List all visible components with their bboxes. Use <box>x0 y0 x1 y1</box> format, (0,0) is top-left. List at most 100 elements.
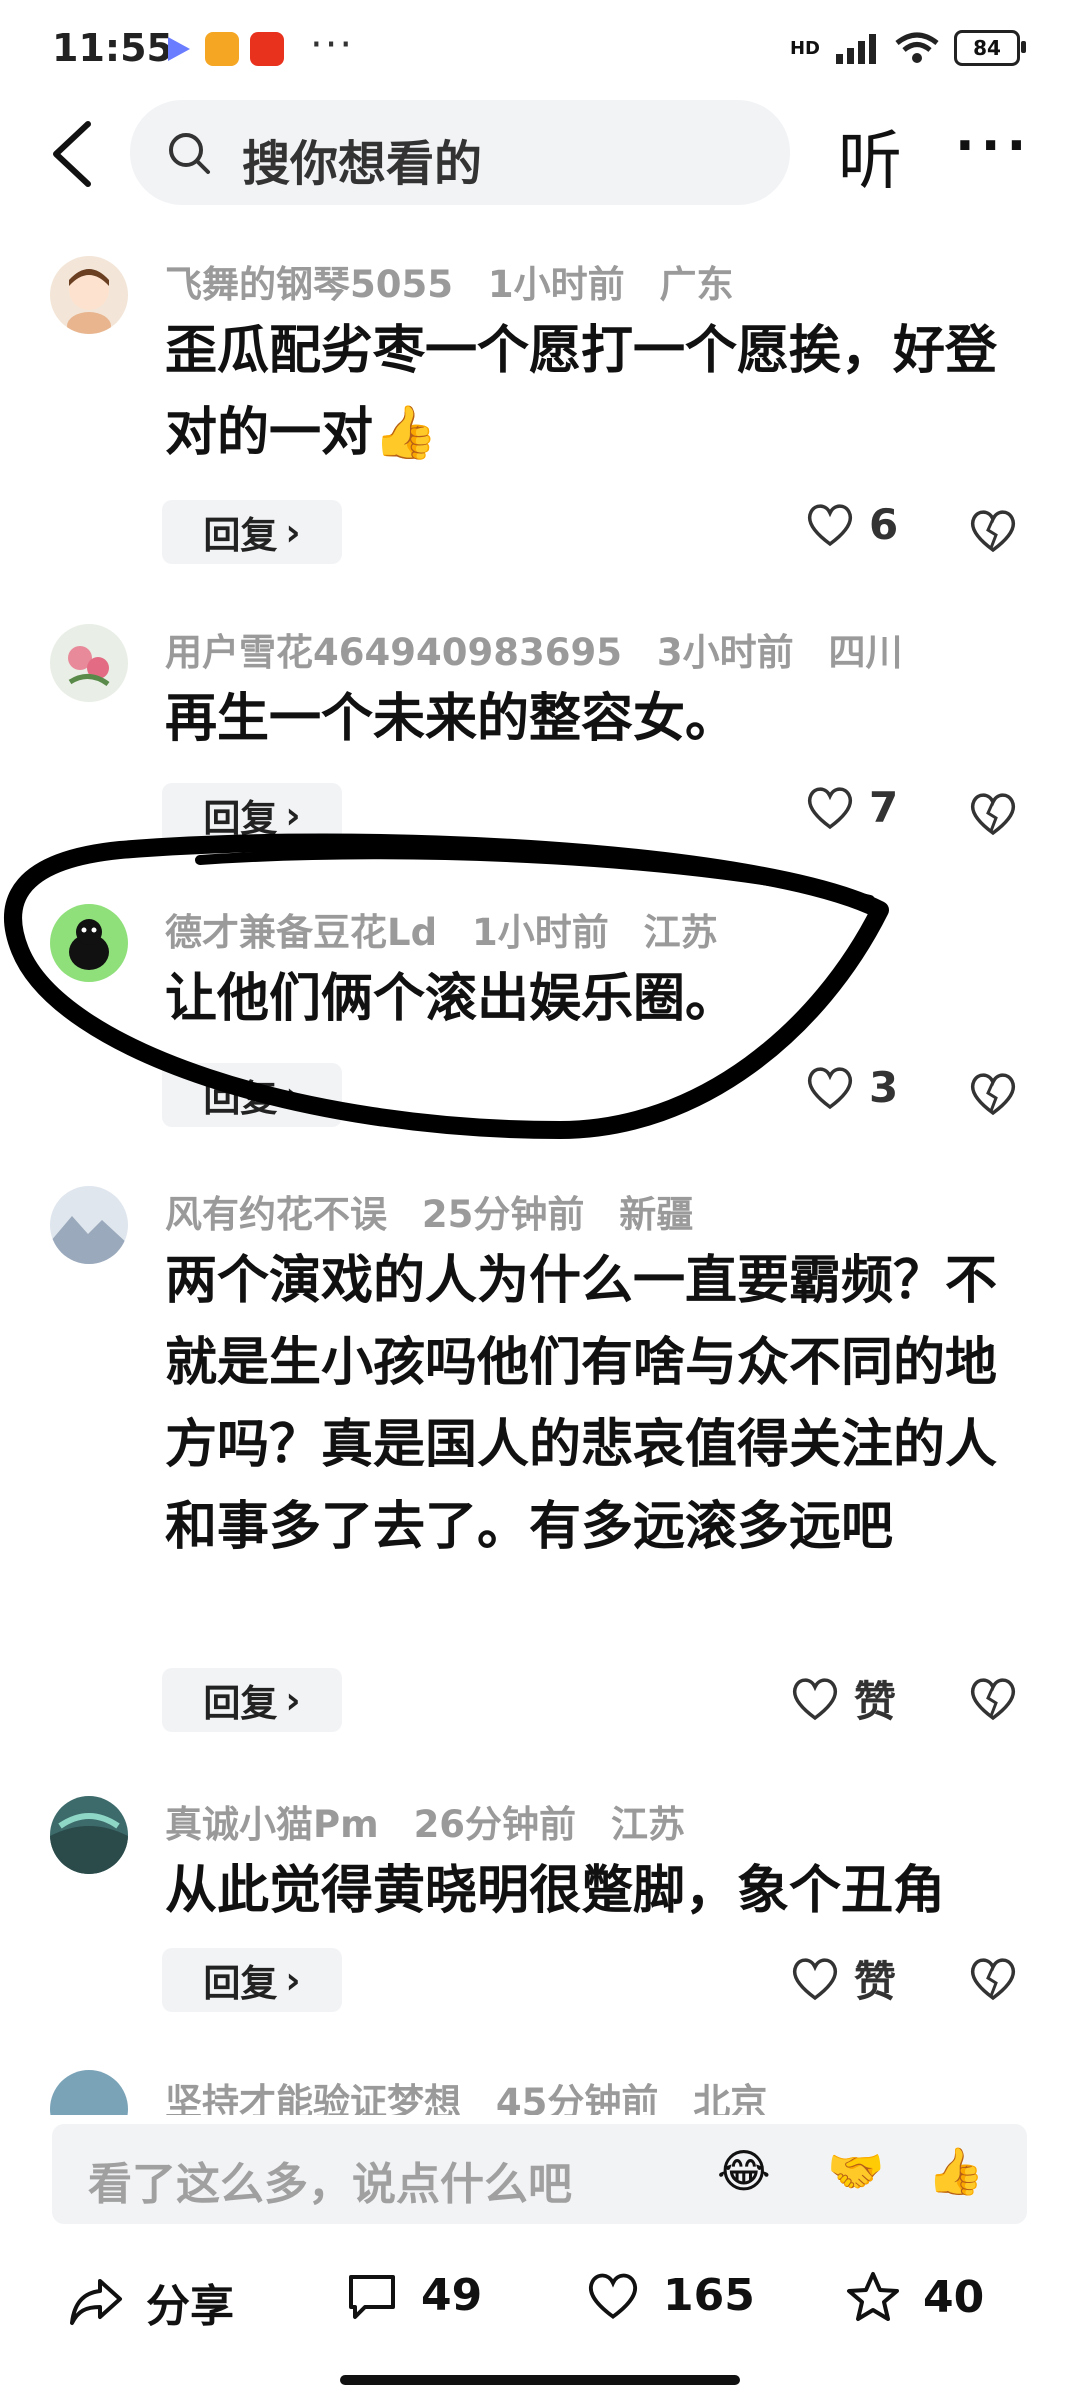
share-button[interactable]: 分享 <box>68 2270 234 2334</box>
comment-time: 45分钟前 <box>495 2081 659 2115</box>
handshake-emoji-icon[interactable]: 🤝 <box>827 2144 887 2204</box>
avatar[interactable] <box>50 624 128 702</box>
chevron-right-icon: › <box>285 1073 301 1117</box>
avatar[interactable] <box>50 904 128 982</box>
more-options-button[interactable]: ··· <box>955 116 1032 176</box>
more-notifications-icon: ··· <box>310 22 355 68</box>
avatar[interactable] <box>50 2070 128 2115</box>
reply-button[interactable]: 回复 › <box>162 500 342 564</box>
thumbs-up-emoji-icon[interactable]: 👍 <box>927 2144 987 2204</box>
avatar[interactable] <box>50 256 128 334</box>
listen-button[interactable]: 听 <box>838 110 902 202</box>
comment-time: 1小时前 <box>471 911 609 954</box>
comment-item: 用户雪花464940983695 3小时前 四川 再生一个未来的整容女。 回复 … <box>0 618 1080 858</box>
search-input[interactable]: 搜你想看的 <box>130 100 790 205</box>
like-button[interactable]: 6 <box>805 500 898 549</box>
username[interactable]: 真诚小猫Pm <box>165 1803 379 1846</box>
username[interactable]: 德才兼备豆花Ld <box>165 911 437 954</box>
top-nav: 搜你想看的 听 ··· <box>0 100 1080 210</box>
reply-button[interactable]: 回复 › <box>162 783 342 847</box>
search-icon <box>169 133 210 174</box>
like-count: 赞 <box>854 1677 897 1726</box>
like-button[interactable]: 赞 <box>790 1668 896 1729</box>
wifi-icon <box>895 32 939 63</box>
heart-icon <box>807 503 853 546</box>
comment-bubble-icon <box>349 2274 395 2319</box>
like-post-count: 165 <box>663 2270 755 2321</box>
back-arrow-icon <box>53 121 91 187</box>
username[interactable]: 风有约花不误 <box>165 1193 387 1236</box>
dislike-icon[interactable] <box>968 506 1018 556</box>
comment-time: 1小时前 <box>487 263 625 306</box>
comment-input-placeholder: 看了这么多，说点什么吧 <box>88 2159 572 2210</box>
comment-text: 再生一个未来的整容女。 <box>165 689 738 749</box>
chevron-right-icon: › <box>285 1678 301 1722</box>
reply-label: 回复 <box>203 1682 278 1725</box>
bottom-action-bar: 分享 49 165 40 <box>0 2250 1080 2350</box>
chevron-right-icon: › <box>285 1958 301 2002</box>
reply-label: 回复 <box>203 797 278 840</box>
back-button[interactable] <box>40 114 110 194</box>
comment-location: 新疆 <box>619 1193 694 1236</box>
comment-count: 49 <box>421 2270 483 2321</box>
like-post-button[interactable]: 165 <box>585 2270 755 2321</box>
dislike-icon[interactable] <box>968 789 1018 839</box>
star-icon <box>847 2272 899 2321</box>
comment-location: 江苏 <box>643 911 718 954</box>
heart-icon <box>588 2273 638 2319</box>
favorite-button[interactable]: 40 <box>845 2270 984 2324</box>
dislike-icon[interactable] <box>968 1674 1018 1724</box>
reply-label: 回复 <box>203 1077 278 1120</box>
comment-item: 飞舞的钢琴5055 1小时前 广东 歪瓜配劣枣一个愿打一个愿挨，好登对的一对👍 … <box>0 250 1080 570</box>
search-placeholder: 搜你想看的 <box>242 136 483 192</box>
comment-meta: 飞舞的钢琴5055 1小时前 广东 <box>165 254 756 308</box>
avatar[interactable] <box>50 1796 128 1874</box>
reply-button[interactable]: 回复 › <box>162 1948 342 2012</box>
laugh-emoji-icon[interactable]: 😂 <box>717 2144 777 2204</box>
video-app-icon <box>160 32 194 66</box>
status-bar: 11:55 ··· HD 84 <box>0 0 1080 100</box>
battery-icon: 84 <box>954 30 1026 66</box>
home-indicator[interactable] <box>340 2375 740 2385</box>
notes-app-icon <box>205 32 239 66</box>
comment-meta: 德才兼备豆花Ld 1小时前 江苏 <box>165 902 740 956</box>
comment-location: 北京 <box>693 2081 768 2115</box>
taobao-app-icon <box>250 32 284 66</box>
chevron-right-icon: › <box>285 793 301 837</box>
status-right-group: HD 84 <box>789 30 1026 66</box>
comment-input[interactable]: 看了这么多，说点什么吧 😂 🤝 👍 <box>52 2124 1027 2224</box>
like-button[interactable]: 3 <box>805 1063 898 1112</box>
username[interactable]: 飞舞的钢琴5055 <box>165 263 453 306</box>
comment-text: 两个演戏的人为什么一直要霸频？不就是生小孩吗他们有啥与众不同的地方吗？真是国人的… <box>165 1251 998 1557</box>
comment-location: 广东 <box>659 263 734 306</box>
network-label: HD <box>789 37 820 59</box>
comment-item: 真诚小猫Pm 26分钟前 江苏 从此觉得黄晓明很蹩脚，象个丑角 回复 › 赞 <box>0 1790 1080 2030</box>
reply-label: 回复 <box>203 1962 278 2005</box>
heart-icon <box>807 1066 853 1109</box>
like-button[interactable]: 赞 <box>790 1948 896 2009</box>
username[interactable]: 坚持才能验证梦想 <box>165 2081 461 2115</box>
avatar[interactable] <box>50 1186 128 1264</box>
comments-button[interactable]: 49 <box>345 2270 482 2321</box>
reply-label: 回复 <box>203 514 278 557</box>
comment-text: 歪瓜配劣枣一个愿打一个愿挨，好登对的一对👍 <box>165 321 998 463</box>
comment-meta: 坚持才能验证梦想 45分钟前 北京 <box>165 2072 789 2115</box>
signal-icon <box>836 34 876 64</box>
comment-time: 26分钟前 <box>413 1803 577 1846</box>
reply-button[interactable]: 回复 › <box>162 1063 342 1127</box>
like-count: 3 <box>869 1063 899 1112</box>
comment-meta: 风有约花不误 25分钟前 新疆 <box>165 1184 715 1238</box>
comment-text: 从此觉得黄晓明很蹩脚，象个丑角 <box>165 1861 946 1921</box>
dislike-icon[interactable] <box>968 1954 1018 2004</box>
dislike-icon[interactable] <box>968 1069 1018 1119</box>
comment-item: 德才兼备豆花Ld 1小时前 江苏 让他们俩个滚出娱乐圈。 回复 › 3 <box>0 898 1080 1138</box>
comment-item: 风有约花不误 25分钟前 新疆 两个演戏的人为什么一直要霸频？不就是生小孩吗他们… <box>0 1180 1080 1740</box>
like-count: 赞 <box>854 1957 897 2006</box>
comment-text: 让他们俩个滚出娱乐圈。 <box>165 969 738 1029</box>
like-button[interactable]: 7 <box>805 783 898 832</box>
username[interactable]: 用户雪花464940983695 <box>165 631 622 674</box>
favorite-count: 40 <box>923 2271 985 2323</box>
comment-item: 坚持才能验证梦想 45分钟前 北京 <box>0 2070 1080 2115</box>
reply-button[interactable]: 回复 › <box>162 1668 342 1732</box>
like-count: 6 <box>869 500 899 549</box>
